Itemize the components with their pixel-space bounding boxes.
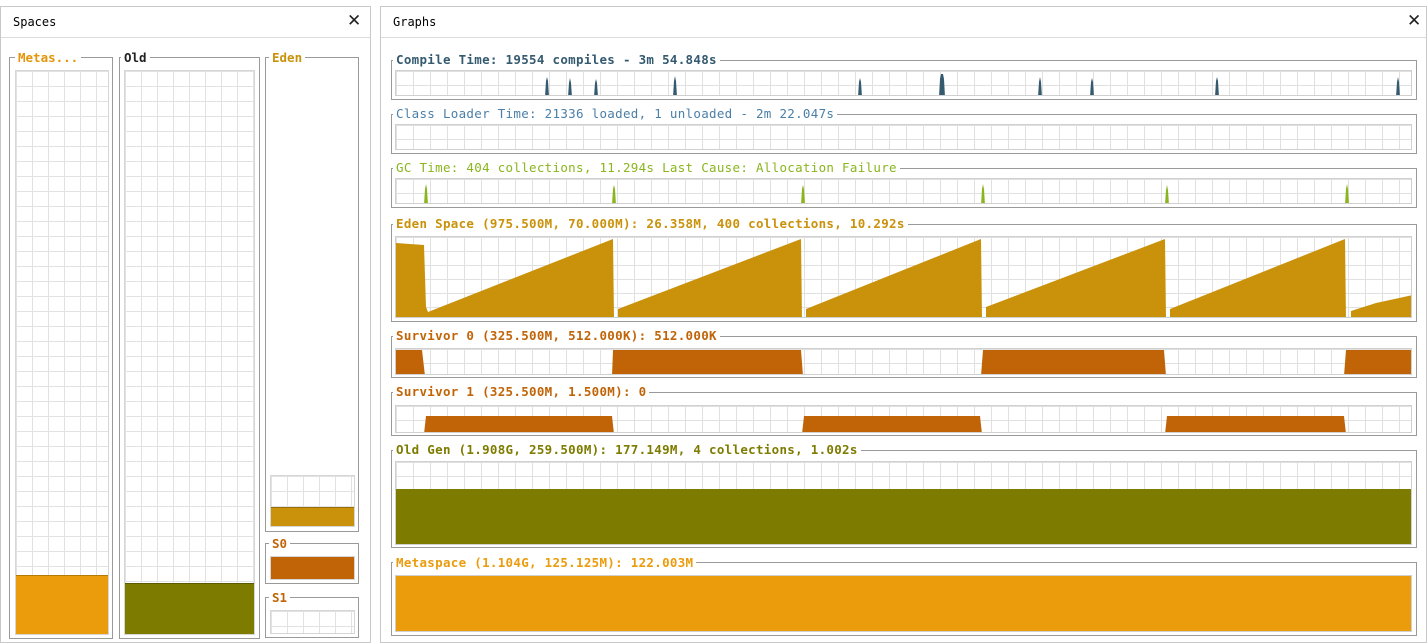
close-icon[interactable]: ✕ (347, 10, 361, 32)
metaspace-graph-fill (396, 576, 1411, 631)
eden-space-box: Eden (265, 50, 359, 532)
old-gen-graph-label: Old Gen (1.908G, 259.500M): 177.149M, 4 … (393, 442, 861, 457)
survivor1-graph-label: Survivor 1 (325.500M, 1.500M): 0 (393, 384, 650, 399)
metaspace-space-grid (15, 70, 109, 635)
s0-space-grid (270, 556, 355, 580)
old-space-label: Old (121, 50, 150, 65)
survivor0-graph-label: Survivor 0 (325.500M, 512.000K): 512.000… (393, 328, 720, 343)
old-space-fill (125, 583, 254, 634)
survivor1-graph (395, 405, 1412, 433)
eden-space-sawtooth (396, 239, 1411, 317)
eden-space-fill (271, 507, 354, 526)
compile-time-graph (395, 70, 1412, 96)
compile-time-spikes (545, 74, 1400, 95)
metaspace-space-fill (16, 575, 108, 634)
s1-space-grid (270, 610, 355, 634)
old-gen-fill (396, 489, 1411, 544)
spaces-panel-header: Spaces ✕ (1, 7, 370, 38)
close-icon[interactable]: ✕ (1407, 10, 1421, 32)
compile-time-label: Compile Time: 19554 compiles - 3m 54.848… (393, 52, 720, 67)
gc-time-spikes (424, 184, 1349, 203)
class-loader-time-graph (395, 124, 1412, 150)
eden-space-graph-label: Eden Space (975.500M, 70.000M): 26.358M,… (393, 216, 908, 231)
gc-time-label: GC Time: 404 collections, 11.294s Last C… (393, 160, 900, 175)
survivor0-graph (395, 348, 1412, 375)
s0-space-label: S0 (269, 536, 291, 551)
eden-space-grid (270, 475, 355, 527)
eden-space-label: Eden (269, 50, 306, 65)
old-gen-graph (395, 461, 1412, 545)
graphs-panel-title: Graphs (393, 15, 437, 29)
metaspace-graph-label: Metaspace (1.104G, 125.125M): 122.003M (393, 555, 697, 570)
s1-space-label: S1 (269, 590, 291, 605)
spaces-panel-title: Spaces (13, 15, 57, 29)
old-space-grid (124, 70, 255, 635)
metaspace-space-label: Metas... (15, 50, 82, 65)
survivor1-bars (424, 416, 1346, 432)
s0-space-fill (271, 557, 354, 579)
survivor0-bars (396, 350, 1411, 374)
gc-time-graph (395, 178, 1412, 204)
class-loader-time-label: Class Loader Time: 21336 loaded, 1 unloa… (393, 106, 838, 121)
graphs-panel-header: Graphs ✕ (381, 7, 1426, 38)
eden-space-graph (395, 236, 1412, 318)
metaspace-graph (395, 575, 1412, 632)
